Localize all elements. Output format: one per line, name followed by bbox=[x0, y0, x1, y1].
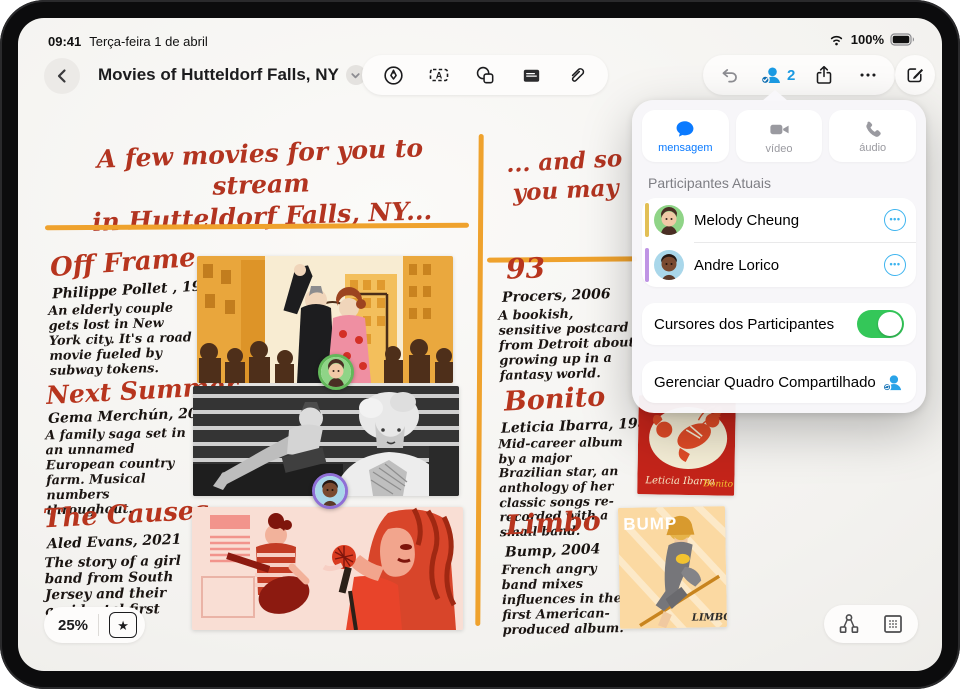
participant-name: Andre Lorico bbox=[694, 257, 884, 274]
svg-text:A: A bbox=[436, 70, 443, 80]
andre-more-button[interactable]: ••• bbox=[884, 254, 906, 276]
date: Terça-feira 1 de abril bbox=[89, 34, 208, 49]
freeform-app-screen: 09:41 Terça-feira 1 de abril 100% Movies … bbox=[18, 18, 942, 671]
status-left: 09:41 Terça-feira 1 de abril bbox=[48, 34, 208, 49]
zoom-pill: 25% ★ bbox=[44, 607, 145, 643]
battery-percent: 100% bbox=[851, 32, 884, 47]
video-camera-icon bbox=[768, 118, 791, 141]
andre-color-bar bbox=[645, 248, 649, 282]
melody-color-bar bbox=[645, 203, 649, 237]
limbo-title-text: LIMBO bbox=[691, 612, 727, 624]
undo-icon bbox=[719, 64, 741, 86]
clock: 09:41 bbox=[48, 34, 81, 49]
status-right: 100% bbox=[828, 32, 916, 47]
drawing-tools-pill: A bbox=[362, 55, 608, 95]
sticky-note-icon bbox=[520, 64, 543, 87]
chevron-left-icon bbox=[54, 68, 70, 84]
participant-row-melody[interactable]: Melody Cheung ••• bbox=[642, 198, 916, 242]
share-button[interactable] bbox=[803, 55, 845, 95]
grid-view-button[interactable] bbox=[878, 609, 908, 639]
canvas-options-pill bbox=[824, 605, 918, 643]
phone-icon bbox=[862, 119, 883, 140]
message-button[interactable]: mensagem bbox=[642, 110, 729, 162]
the-causes-illustration bbox=[192, 507, 463, 630]
wifi-icon bbox=[828, 33, 845, 46]
share-icon bbox=[813, 64, 835, 86]
participant-name: Melody Cheung bbox=[694, 212, 884, 229]
action-pill: 2 bbox=[703, 55, 895, 95]
cursors-label: Cursores dos Participantes bbox=[654, 316, 834, 333]
shapes-icon bbox=[474, 64, 497, 87]
popover-arrow bbox=[762, 90, 788, 101]
manage-label: Gerenciar Quadro Compartilhado bbox=[654, 374, 876, 391]
connector-diagram-icon bbox=[837, 612, 861, 636]
paperclip-icon bbox=[566, 64, 588, 86]
manage-collaboration-icon bbox=[881, 371, 904, 394]
marker-icon bbox=[382, 64, 405, 87]
more-button[interactable] bbox=[847, 55, 889, 95]
shapes-tool-button[interactable] bbox=[464, 55, 506, 95]
the-causes-movie-image[interactable] bbox=[192, 507, 463, 630]
limbo-album-image[interactable]: BUMP LIMBO bbox=[618, 506, 727, 629]
connector-view-button[interactable] bbox=[834, 609, 864, 639]
board-title-menu[interactable]: Movies of Hutteldorf Falls, NY bbox=[98, 65, 366, 85]
toolbar: Movies of Hutteldorf Falls, NY A bbox=[18, 54, 942, 100]
limbo-band-text: BUMP bbox=[623, 514, 677, 534]
draw-tool-button[interactable] bbox=[372, 55, 414, 95]
back-button[interactable] bbox=[44, 58, 80, 94]
andre-avatar bbox=[654, 250, 684, 280]
collaborate-person-icon bbox=[759, 63, 783, 87]
board-title: Movies of Hutteldorf Falls, NY bbox=[98, 65, 339, 85]
collaboration-popover: mensagem vídeo áudio Participantes Atuai… bbox=[632, 100, 926, 413]
participant-row-andre[interactable]: Andre Lorico ••• bbox=[642, 243, 916, 287]
grid-square-icon bbox=[881, 612, 905, 636]
ellipsis-icon bbox=[857, 64, 879, 86]
compose-icon bbox=[904, 64, 926, 86]
andre-cursor-avatar bbox=[312, 473, 348, 509]
melody-cursor-avatar bbox=[318, 354, 354, 390]
star-icon: ★ bbox=[117, 619, 129, 632]
note-tool-button[interactable] bbox=[510, 55, 552, 95]
ipad-device: 09:41 Terça-feira 1 de abril 100% Movies … bbox=[0, 0, 960, 689]
bonito-title-text: Bonito bbox=[702, 479, 733, 490]
melody-more-button[interactable]: ••• bbox=[884, 209, 906, 231]
text-tool-button[interactable]: A bbox=[418, 55, 460, 95]
pill-divider bbox=[98, 614, 99, 636]
new-board-button[interactable] bbox=[895, 55, 935, 95]
collaborator-count-badge: 2 bbox=[787, 67, 795, 84]
participant-cursors-toggle[interactable] bbox=[857, 310, 904, 338]
undo-button[interactable] bbox=[709, 55, 751, 95]
participants-header: Participantes Atuais bbox=[648, 175, 910, 191]
text-box-icon: A bbox=[427, 63, 451, 87]
participants-list: Melody Cheung ••• Andre Lorico ••• bbox=[642, 198, 916, 287]
participant-cursors-row: Cursores dos Participantes bbox=[642, 303, 916, 345]
video-button[interactable]: vídeo bbox=[736, 110, 823, 162]
audio-button[interactable]: áudio bbox=[829, 110, 916, 162]
zoom-level-button[interactable]: 25% bbox=[58, 617, 88, 634]
collaboration-button[interactable]: 2 bbox=[753, 55, 801, 95]
favorite-button[interactable]: ★ bbox=[109, 612, 137, 638]
status-bar: 09:41 Terça-feira 1 de abril 100% bbox=[18, 18, 942, 54]
handwritten-headline-right[interactable]: ... and so you may bbox=[479, 144, 652, 210]
manage-shared-board-row[interactable]: Gerenciar Quadro Compartilhado bbox=[642, 361, 916, 403]
melody-avatar bbox=[654, 205, 684, 235]
limbo-album-cover: BUMP LIMBO bbox=[618, 506, 727, 629]
battery-icon bbox=[890, 33, 916, 46]
attach-tool-button[interactable] bbox=[556, 55, 598, 95]
chat-bubble-icon bbox=[674, 118, 696, 140]
popover-actions: mensagem vídeo áudio bbox=[642, 110, 916, 162]
